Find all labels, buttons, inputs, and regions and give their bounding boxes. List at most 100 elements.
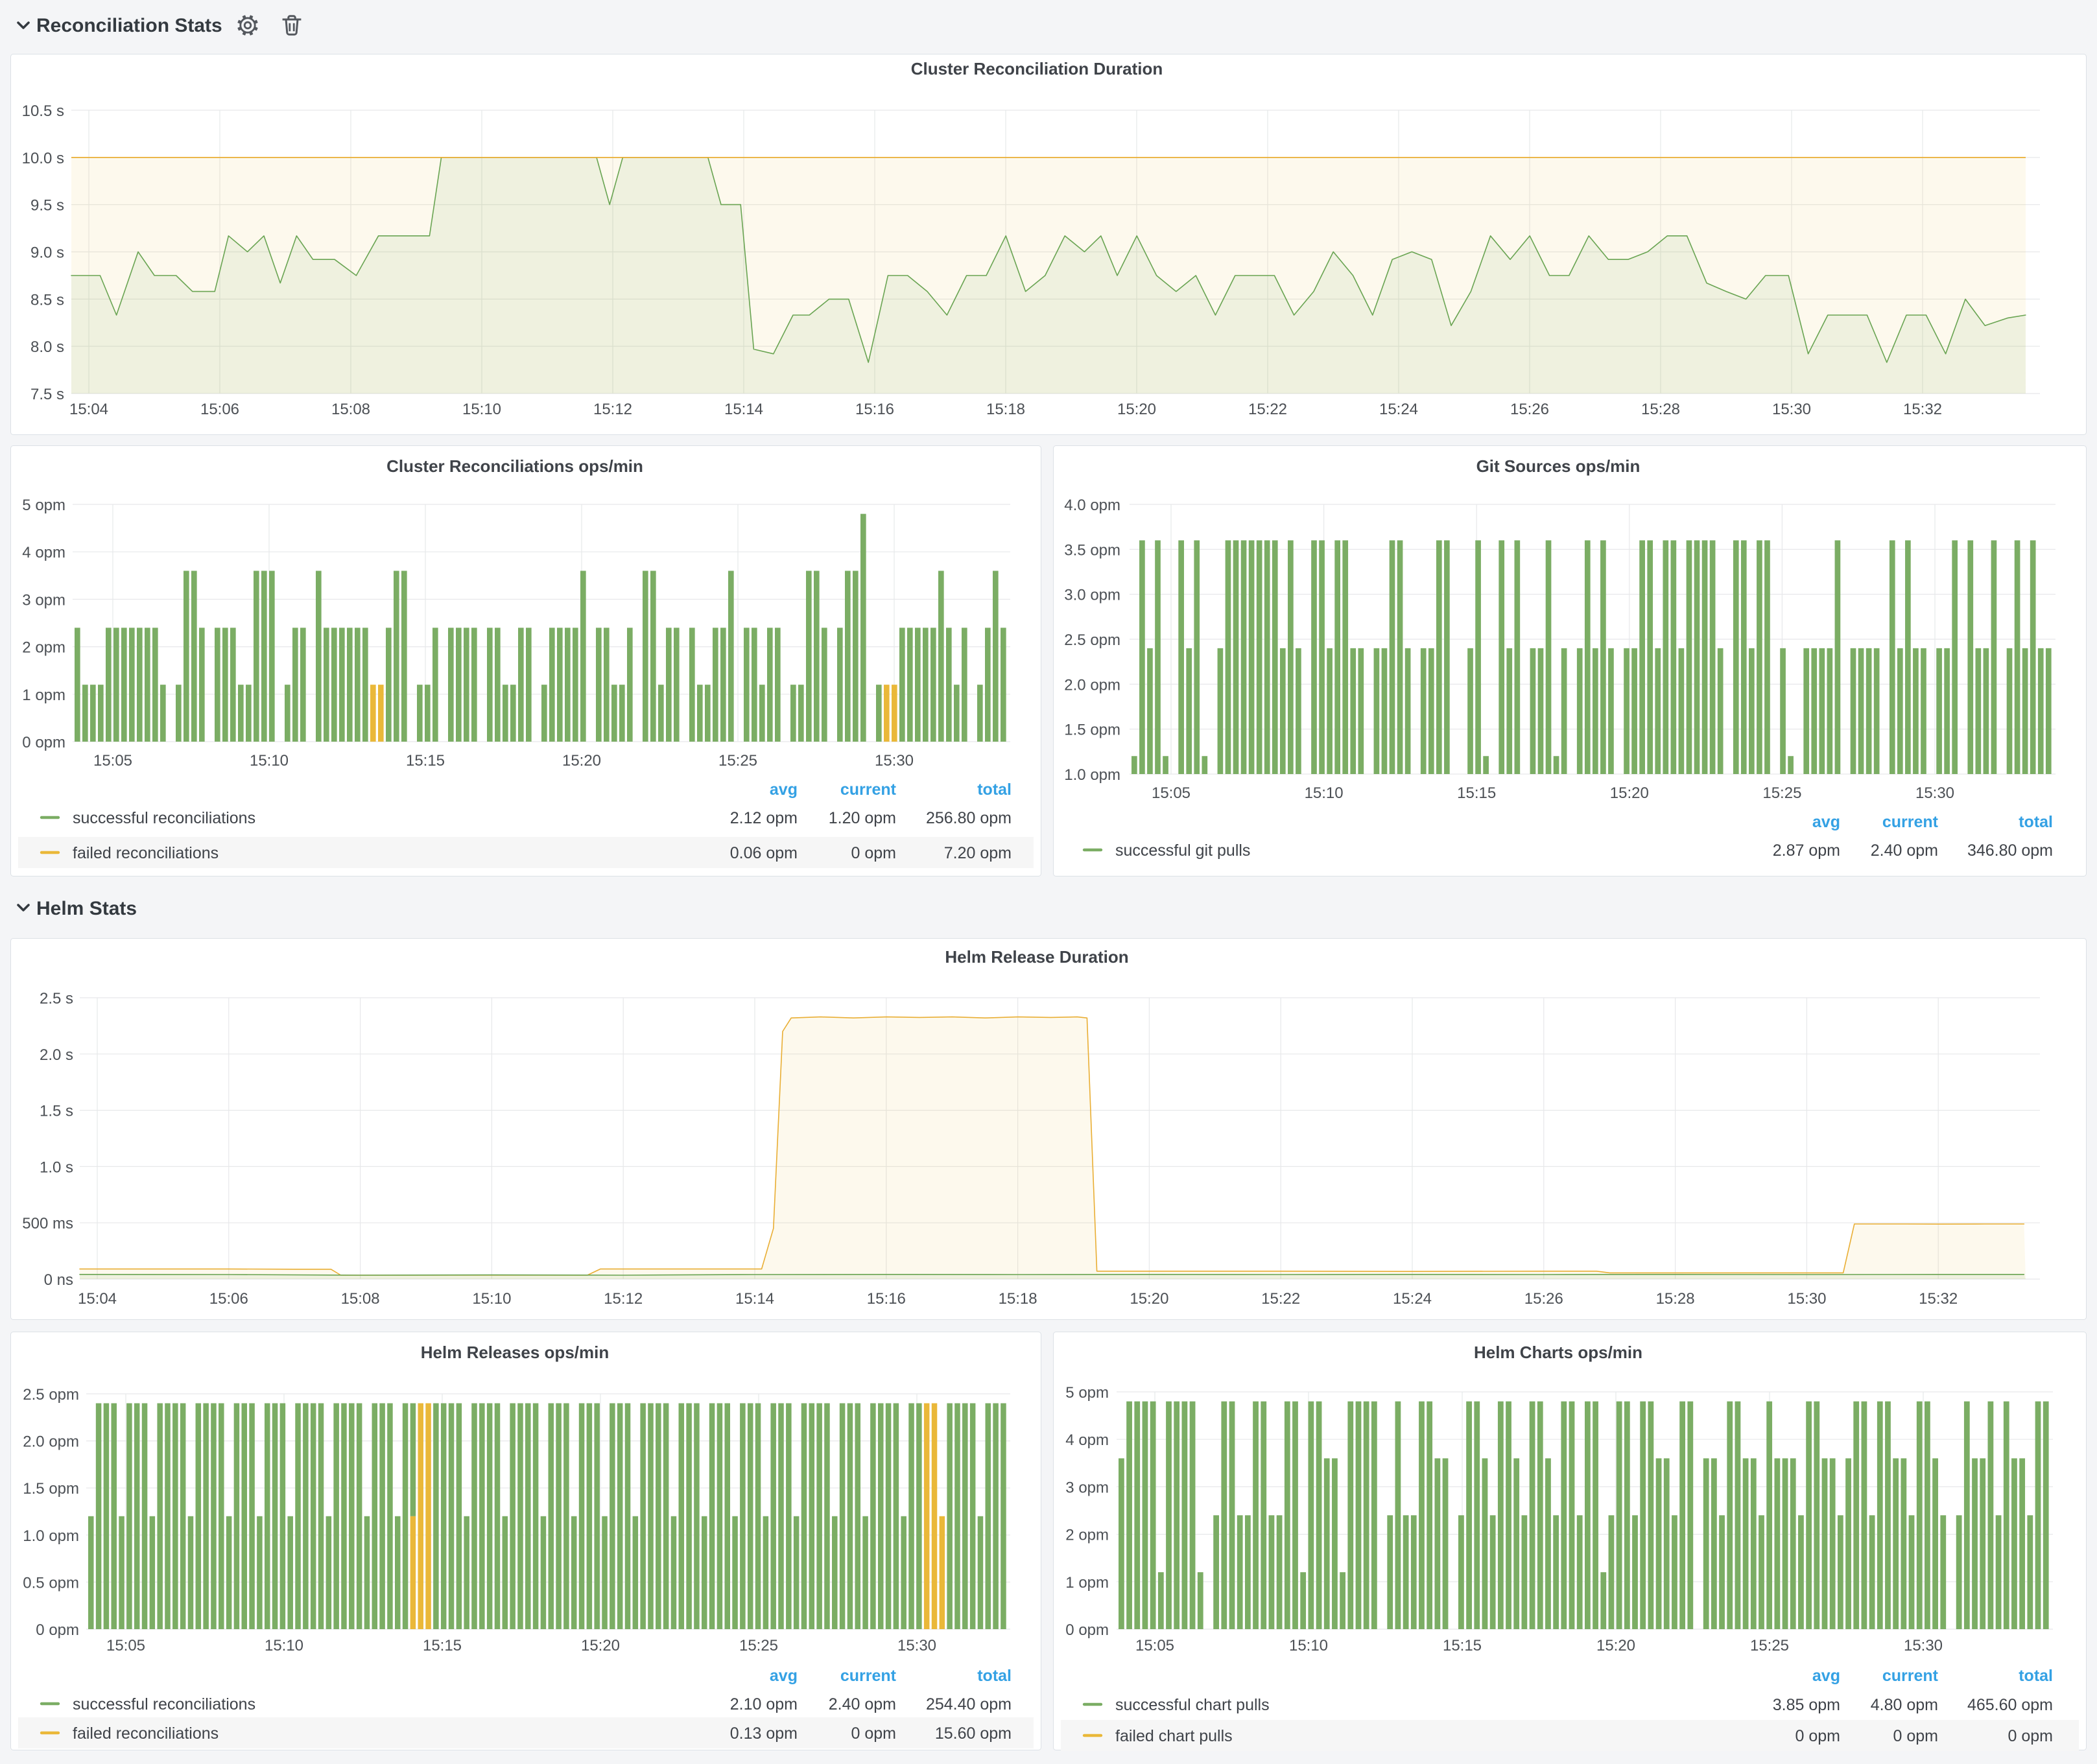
svg-text:15:26: 15:26 xyxy=(1510,401,1549,418)
svg-text:1.0 opm: 1.0 opm xyxy=(23,1527,79,1545)
svg-text:15:25: 15:25 xyxy=(1750,1637,1789,1654)
svg-text:465.60 opm: 465.60 opm xyxy=(1967,1696,2053,1714)
svg-text:15:24: 15:24 xyxy=(1379,401,1418,418)
svg-text:4 opm: 4 opm xyxy=(1065,1431,1109,1449)
svg-text:successful reconciliations: successful reconciliations xyxy=(73,809,255,827)
svg-text:0 opm: 0 opm xyxy=(1795,1727,1840,1745)
svg-text:15:16: 15:16 xyxy=(867,1290,906,1308)
svg-text:15:20: 15:20 xyxy=(1130,1290,1168,1308)
svg-text:15:10: 15:10 xyxy=(250,752,289,770)
svg-text:2.40 opm: 2.40 opm xyxy=(1871,841,1938,860)
svg-text:15:30: 15:30 xyxy=(1915,784,1954,802)
svg-text:1 opm: 1 opm xyxy=(22,687,65,704)
svg-text:2.40 opm: 2.40 opm xyxy=(829,1695,896,1713)
svg-text:Cluster Reconciliations ops/mi: Cluster Reconciliations ops/min xyxy=(386,456,643,476)
svg-text:10.5 s: 10.5 s xyxy=(22,102,64,120)
svg-text:5 opm: 5 opm xyxy=(22,497,65,514)
svg-text:4.80 opm: 4.80 opm xyxy=(1871,1696,1938,1714)
svg-text:15:30: 15:30 xyxy=(897,1637,936,1654)
svg-text:3 opm: 3 opm xyxy=(1065,1479,1109,1496)
svg-text:15:12: 15:12 xyxy=(604,1290,643,1308)
svg-text:Helm Releases ops/min: Helm Releases ops/min xyxy=(421,1343,609,1362)
svg-text:15:30: 15:30 xyxy=(875,752,914,770)
svg-text:9.0 s: 9.0 s xyxy=(30,244,64,262)
svg-text:1.5 s: 1.5 s xyxy=(40,1103,73,1120)
svg-text:15:20: 15:20 xyxy=(1117,401,1156,418)
svg-text:15:30: 15:30 xyxy=(1787,1290,1826,1308)
svg-text:total: total xyxy=(977,1667,1012,1685)
svg-text:15:04: 15:04 xyxy=(69,401,108,418)
svg-text:current: current xyxy=(1882,813,1939,831)
svg-text:2.12 opm: 2.12 opm xyxy=(730,809,798,827)
svg-text:total: total xyxy=(2019,1667,2053,1685)
svg-text:4.0 opm: 4.0 opm xyxy=(1064,497,1120,514)
svg-text:15:25: 15:25 xyxy=(1762,784,1801,802)
svg-text:15:08: 15:08 xyxy=(341,1290,380,1308)
svg-text:15:05: 15:05 xyxy=(1152,784,1191,802)
svg-text:15:05: 15:05 xyxy=(106,1637,145,1654)
svg-text:0.06 opm: 0.06 opm xyxy=(730,844,798,862)
svg-text:15:32: 15:32 xyxy=(1903,401,1942,418)
svg-text:1.0 s: 1.0 s xyxy=(40,1158,73,1176)
svg-text:15:05: 15:05 xyxy=(93,752,132,770)
svg-text:Reconciliation Stats: Reconciliation Stats xyxy=(36,15,222,36)
svg-text:current: current xyxy=(1882,1667,1939,1685)
svg-text:Helm Release Duration: Helm Release Duration xyxy=(945,947,1128,967)
svg-text:500 ms: 500 ms xyxy=(22,1215,73,1232)
svg-text:avg: avg xyxy=(770,781,798,799)
svg-text:5 opm: 5 opm xyxy=(1065,1384,1109,1402)
svg-text:2.0 opm: 2.0 opm xyxy=(23,1433,79,1451)
svg-text:15:20: 15:20 xyxy=(1596,1637,1635,1654)
svg-text:15:25: 15:25 xyxy=(739,1637,778,1654)
svg-text:15:12: 15:12 xyxy=(593,401,632,418)
svg-text:15:15: 15:15 xyxy=(406,752,445,770)
svg-text:3.5 opm: 3.5 opm xyxy=(1064,541,1120,559)
svg-text:total: total xyxy=(977,781,1012,799)
svg-text:15:20: 15:20 xyxy=(1610,784,1649,802)
svg-text:1.5 opm: 1.5 opm xyxy=(1064,722,1120,739)
svg-text:0 opm: 0 opm xyxy=(1065,1621,1109,1639)
svg-text:15:04: 15:04 xyxy=(78,1290,117,1308)
svg-text:0.5 opm: 0.5 opm xyxy=(23,1574,79,1592)
svg-text:1 opm: 1 opm xyxy=(1065,1574,1109,1592)
svg-text:10.0 s: 10.0 s xyxy=(22,150,64,167)
svg-text:Cluster Reconciliation Duratio: Cluster Reconciliation Duration xyxy=(911,59,1163,78)
svg-text:avg: avg xyxy=(770,1667,798,1685)
svg-text:0 opm: 0 opm xyxy=(851,844,896,862)
svg-text:2.5 opm: 2.5 opm xyxy=(23,1386,79,1404)
svg-text:15:30: 15:30 xyxy=(1904,1637,1943,1654)
svg-text:current: current xyxy=(840,781,897,799)
svg-text:15:26: 15:26 xyxy=(1524,1290,1563,1308)
svg-text:2.5 opm: 2.5 opm xyxy=(1064,631,1120,649)
svg-text:2.0 opm: 2.0 opm xyxy=(1064,676,1120,694)
svg-text:failed chart pulls: failed chart pulls xyxy=(1115,1727,1233,1745)
svg-text:0 opm: 0 opm xyxy=(36,1621,79,1639)
svg-text:Git Sources ops/min: Git Sources ops/min xyxy=(1476,456,1641,476)
svg-text:0.13 opm: 0.13 opm xyxy=(730,1724,798,1743)
svg-text:15:08: 15:08 xyxy=(331,401,370,418)
svg-text:256.80 opm: 256.80 opm xyxy=(926,809,1012,827)
svg-text:failed reconciliations: failed reconciliations xyxy=(73,844,219,862)
svg-text:15:05: 15:05 xyxy=(1135,1637,1174,1654)
svg-text:15:14: 15:14 xyxy=(724,401,763,418)
svg-text:successful git pulls: successful git pulls xyxy=(1115,841,1250,860)
svg-text:8.5 s: 8.5 s xyxy=(30,291,64,309)
svg-text:total: total xyxy=(2019,813,2053,831)
svg-text:15:18: 15:18 xyxy=(999,1290,1037,1308)
svg-text:2.10 opm: 2.10 opm xyxy=(730,1695,798,1713)
svg-text:0 opm: 0 opm xyxy=(851,1724,896,1743)
svg-text:1.0 opm: 1.0 opm xyxy=(1064,766,1120,784)
svg-text:9.5 s: 9.5 s xyxy=(30,197,64,215)
svg-text:4 opm: 4 opm xyxy=(22,544,65,561)
svg-text:15:28: 15:28 xyxy=(1656,1290,1695,1308)
svg-text:8.0 s: 8.0 s xyxy=(30,338,64,356)
svg-text:15:18: 15:18 xyxy=(986,401,1025,418)
svg-text:2.87 opm: 2.87 opm xyxy=(1773,841,1840,860)
svg-text:2.5 s: 2.5 s xyxy=(40,990,73,1007)
svg-text:346.80 opm: 346.80 opm xyxy=(1967,841,2053,860)
svg-text:15:20: 15:20 xyxy=(562,752,601,770)
svg-text:15:10: 15:10 xyxy=(1305,784,1344,802)
svg-text:15:06: 15:06 xyxy=(209,1290,248,1308)
svg-text:15.60 opm: 15.60 opm xyxy=(935,1724,1012,1743)
svg-text:0 ns: 0 ns xyxy=(44,1271,73,1289)
